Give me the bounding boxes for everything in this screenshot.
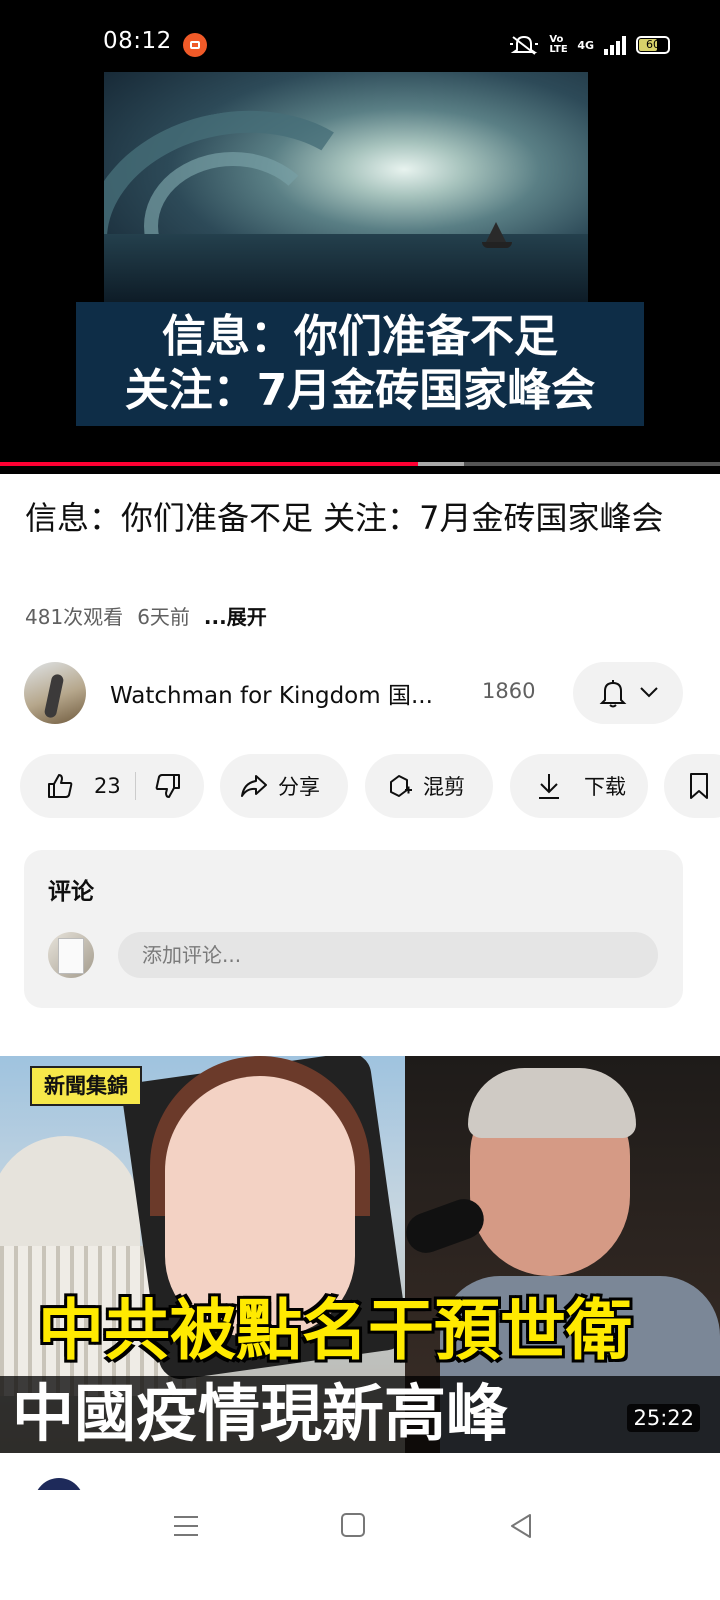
- action-bar: 23 分享 混剪 下载: [20, 754, 720, 818]
- system-nav-bar: [0, 1490, 720, 1600]
- expand-description-link[interactable]: ...展开: [204, 601, 267, 630]
- home-icon[interactable]: [340, 1512, 366, 1538]
- thumbs-up-icon[interactable]: [46, 772, 74, 800]
- video-duration: 25:22: [627, 1404, 700, 1432]
- remix-button[interactable]: 混剪: [365, 754, 493, 818]
- video-caption: 信息：你们准备不足 关注：7月金砖国家峰会: [76, 302, 644, 426]
- video-meta[interactable]: 481次观看 6天前 ...展开: [25, 601, 267, 630]
- ship-image: [482, 222, 512, 248]
- save-button[interactable]: [664, 754, 720, 818]
- download-icon: [539, 774, 559, 799]
- comments-panel[interactable]: 评论 添加评论...: [24, 850, 683, 1008]
- status-time: 08:12: [103, 28, 172, 54]
- signal-icon: [604, 35, 626, 55]
- back-icon[interactable]: [508, 1512, 534, 1540]
- next-video-thumbnail[interactable]: 新聞集錦 中共被點名干預世衛 中國疫情現新高峰 25:22: [0, 1056, 720, 1453]
- battery-level: 60: [646, 38, 660, 51]
- thumbnail-headline-1: 中共被點名干預世衛: [38, 1292, 632, 1369]
- comments-title: 评论: [48, 879, 94, 905]
- add-comment-input[interactable]: 添加评论...: [118, 932, 658, 978]
- save-icon: [690, 773, 708, 799]
- status-icons: Vo LTE 4G 60: [509, 30, 670, 60]
- share-icon: [241, 775, 267, 797]
- mute-icon: [510, 35, 539, 55]
- channel-name[interactable]: Watchman for Kingdom 国...: [110, 676, 460, 710]
- progress-buffered: [417, 462, 465, 466]
- video-progress-bar[interactable]: [0, 462, 720, 466]
- view-count: 481次观看: [25, 605, 124, 629]
- video-title: 信息：你们准备不足 关注：7月金砖国家峰会: [25, 499, 664, 537]
- speaker-hair: [468, 1068, 636, 1138]
- battery-icon: 60: [636, 36, 670, 54]
- channel-avatar[interactable]: [24, 662, 86, 724]
- remix-label: 混剪: [423, 775, 465, 799]
- user-avatar: [48, 932, 94, 978]
- thumbnail-headline-2: 中國疫情現新高峰: [12, 1377, 509, 1450]
- remix-icon: [390, 775, 412, 797]
- progress-played: [0, 462, 418, 466]
- notification-bell-button[interactable]: [573, 662, 683, 724]
- upload-age: 6天前: [137, 605, 190, 629]
- like-count: 23: [94, 774, 121, 798]
- news-badge: 新聞集錦: [30, 1066, 142, 1106]
- download-button[interactable]: 下载: [510, 754, 648, 818]
- bell-icon: [599, 680, 627, 708]
- download-label: 下载: [584, 775, 626, 799]
- share-button[interactable]: 分享: [220, 754, 348, 818]
- share-label: 分享: [278, 775, 320, 799]
- caption-line-1: 信息：你们准备不足: [162, 311, 558, 362]
- rec-icon: [183, 33, 207, 57]
- menu-icon[interactable]: [172, 1512, 200, 1540]
- caption-line-2: 关注：7月金砖国家峰会: [124, 365, 596, 416]
- like-dislike-group: 23: [20, 754, 204, 818]
- thumbs-down-icon[interactable]: [154, 772, 182, 800]
- subscriber-count: 1860: [482, 679, 536, 703]
- video-frame: [104, 72, 588, 304]
- network-label: 4G: [577, 38, 594, 52]
- like-divider: [134, 772, 136, 800]
- volte-label: Vo LTE: [549, 34, 568, 55]
- video-player[interactable]: 08:12 Vo LTE 4G 60 信息：你们准备不足 关注：7月金砖国家峰会: [0, 0, 720, 474]
- chevron-down-icon: [640, 687, 658, 698]
